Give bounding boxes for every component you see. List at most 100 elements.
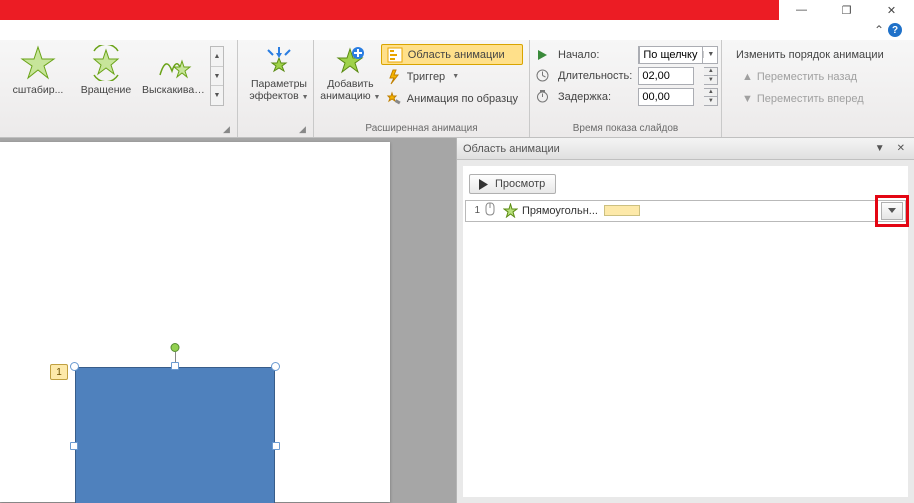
- animation-painter-label: Анимация по образцу: [407, 93, 518, 105]
- ribbon: сштабир... Вращение: [0, 40, 914, 138]
- gallery-item-spin[interactable]: Вращение: [74, 44, 138, 96]
- spin-star-icon: [87, 44, 125, 82]
- delay-label: Задержка:: [558, 86, 632, 107]
- resize-handle-nw[interactable]: [70, 362, 79, 371]
- minimize-icon: —: [796, 4, 807, 16]
- workspace: 1 Область анимации ▼ ✕: [0, 138, 914, 503]
- play-icon: [478, 179, 489, 190]
- spin-up-icon[interactable]: ▲: [704, 68, 717, 77]
- spin-up-icon[interactable]: ▲: [704, 89, 717, 98]
- add-animation-label-2: анимацию: [320, 90, 370, 102]
- spin-down-icon[interactable]: ▼: [704, 97, 717, 105]
- minimize-button[interactable]: —: [779, 0, 824, 20]
- spin-down-icon[interactable]: ▼: [704, 76, 717, 84]
- chevron-down-icon: ▼: [302, 94, 309, 101]
- maximize-icon: ❐: [842, 4, 852, 17]
- effect-star-icon: [502, 203, 518, 219]
- effect-options-label-1: Параметры: [251, 78, 307, 90]
- move-later-button: ▼ Переместить вперед: [736, 88, 904, 109]
- bounce-star-icon: [155, 44, 193, 82]
- timing-group: Начало: ▼ Длительность: ▲▼ Задержка: ▲▼ …: [530, 40, 722, 137]
- ribbon-collapse-row: ⌃ ?: [0, 20, 914, 40]
- animation-row-dropdown[interactable]: [881, 202, 903, 220]
- delay-icon: [536, 86, 552, 107]
- resize-handle-w[interactable]: [70, 442, 78, 450]
- zoom-star-icon: [19, 44, 57, 82]
- delay-spinner[interactable]: ▲▼: [704, 88, 718, 106]
- pane-body: Просмотр 1 Прямоугольн...: [463, 166, 908, 497]
- preview-button[interactable]: Просмотр: [469, 174, 556, 194]
- duration-icon: [536, 65, 552, 86]
- gallery-scroll-up[interactable]: ▲: [211, 47, 223, 67]
- animation-list-row[interactable]: 1 Прямоугольн...: [466, 201, 905, 221]
- pane-menu-icon[interactable]: ▼: [872, 143, 888, 154]
- rotation-handle[interactable]: [171, 343, 180, 352]
- group-launcher-icon[interactable]: ◢: [299, 124, 309, 134]
- animation-painter-icon: [386, 91, 402, 107]
- selected-shape[interactable]: [75, 367, 275, 503]
- animation-list: 1 Прямоугольн...: [465, 200, 906, 222]
- slide-canvas[interactable]: 1: [0, 138, 456, 503]
- chevron-down-icon: ▼: [452, 73, 459, 80]
- gallery-item-label: Вращение: [74, 84, 138, 96]
- animation-order-tag[interactable]: 1: [50, 364, 68, 380]
- advanced-animation-group: Добавитьанимацию ▼ Область анимации Триг…: [314, 40, 530, 137]
- arrow-up-icon: ▲: [742, 71, 753, 83]
- add-animation-label-1: Добавить: [327, 78, 373, 90]
- trigger-button[interactable]: Триггер ▼: [381, 66, 523, 87]
- help-icon[interactable]: ?: [888, 23, 902, 37]
- window-controls: — ❐ ✕: [779, 0, 914, 20]
- animation-pane-icon: [387, 47, 403, 63]
- move-earlier-label: Переместить назад: [757, 71, 857, 83]
- effect-options-group: Параметрыэффектов ▼ ◢: [238, 40, 314, 137]
- delay-input[interactable]: [638, 88, 694, 106]
- title-bar: — ❐ ✕: [0, 0, 914, 20]
- gallery-scroll: ▲ ▼ ▼: [210, 46, 224, 106]
- gallery-item-zoom[interactable]: сштабир...: [6, 44, 70, 96]
- maximize-button[interactable]: ❐: [824, 0, 869, 20]
- resize-handle-n[interactable]: [171, 362, 179, 370]
- add-animation-button[interactable]: Добавитьанимацию ▼: [320, 42, 381, 114]
- pane-header: Область анимации ▼ ✕: [457, 138, 914, 160]
- reorder-title-label: Изменить порядок анимации: [736, 44, 904, 65]
- animation-row-name: Прямоугольн...: [522, 205, 598, 217]
- start-combo[interactable]: ▼: [638, 46, 718, 64]
- chevron-down-icon[interactable]: ▼: [703, 51, 717, 58]
- animation-time-bar[interactable]: [604, 205, 640, 216]
- gallery-item-bounce[interactable]: Выскакиван...: [142, 44, 206, 96]
- start-label: Начало:: [558, 44, 632, 65]
- duration-spinner[interactable]: ▲▼: [704, 67, 718, 85]
- resize-handle-e[interactable]: [272, 442, 280, 450]
- slide[interactable]: 1: [0, 142, 390, 502]
- close-icon: ✕: [887, 4, 896, 17]
- animation-pane-label: Область анимации: [408, 49, 505, 61]
- arrow-down-icon: ▼: [742, 93, 753, 105]
- gallery-item-label: сштабир...: [6, 84, 70, 96]
- gallery-scroll-down[interactable]: ▼: [211, 67, 223, 87]
- trigger-label: Триггер: [407, 71, 445, 83]
- chevron-down-icon: [888, 208, 896, 213]
- animation-pane-button[interactable]: Область анимации: [381, 44, 523, 65]
- start-value[interactable]: [639, 46, 703, 64]
- on-click-icon: [484, 202, 498, 219]
- trigger-icon: [386, 69, 402, 85]
- duration-input[interactable]: [638, 67, 694, 85]
- gallery-more-button[interactable]: ▼: [211, 86, 223, 105]
- move-earlier-button: ▲ Переместить назад: [736, 66, 904, 87]
- animation-painter-button[interactable]: Анимация по образцу: [381, 88, 523, 109]
- animation-pane: Область анимации ▼ ✕ Просмотр 1: [456, 138, 914, 503]
- gallery-item-label: Выскакиван...: [142, 84, 206, 96]
- ribbon-expand-icon[interactable]: ⌃: [874, 23, 884, 37]
- resize-handle-ne[interactable]: [271, 362, 280, 371]
- animation-gallery-group: сштабир... Вращение: [0, 40, 238, 137]
- reorder-group: Изменить порядок анимации ▲ Переместить …: [722, 40, 914, 137]
- move-later-label: Переместить вперед: [757, 93, 864, 105]
- pane-close-icon[interactable]: ✕: [894, 143, 908, 154]
- effect-options-label-2: эффектов: [249, 90, 298, 102]
- close-button[interactable]: ✕: [869, 0, 914, 20]
- effect-options-button[interactable]: Параметрыэффектов ▼: [244, 42, 314, 102]
- group-launcher-icon[interactable]: ◢: [223, 124, 233, 134]
- effect-options-icon: [262, 44, 296, 78]
- start-play-icon: [536, 44, 552, 65]
- rectangle-shape[interactable]: [75, 367, 275, 503]
